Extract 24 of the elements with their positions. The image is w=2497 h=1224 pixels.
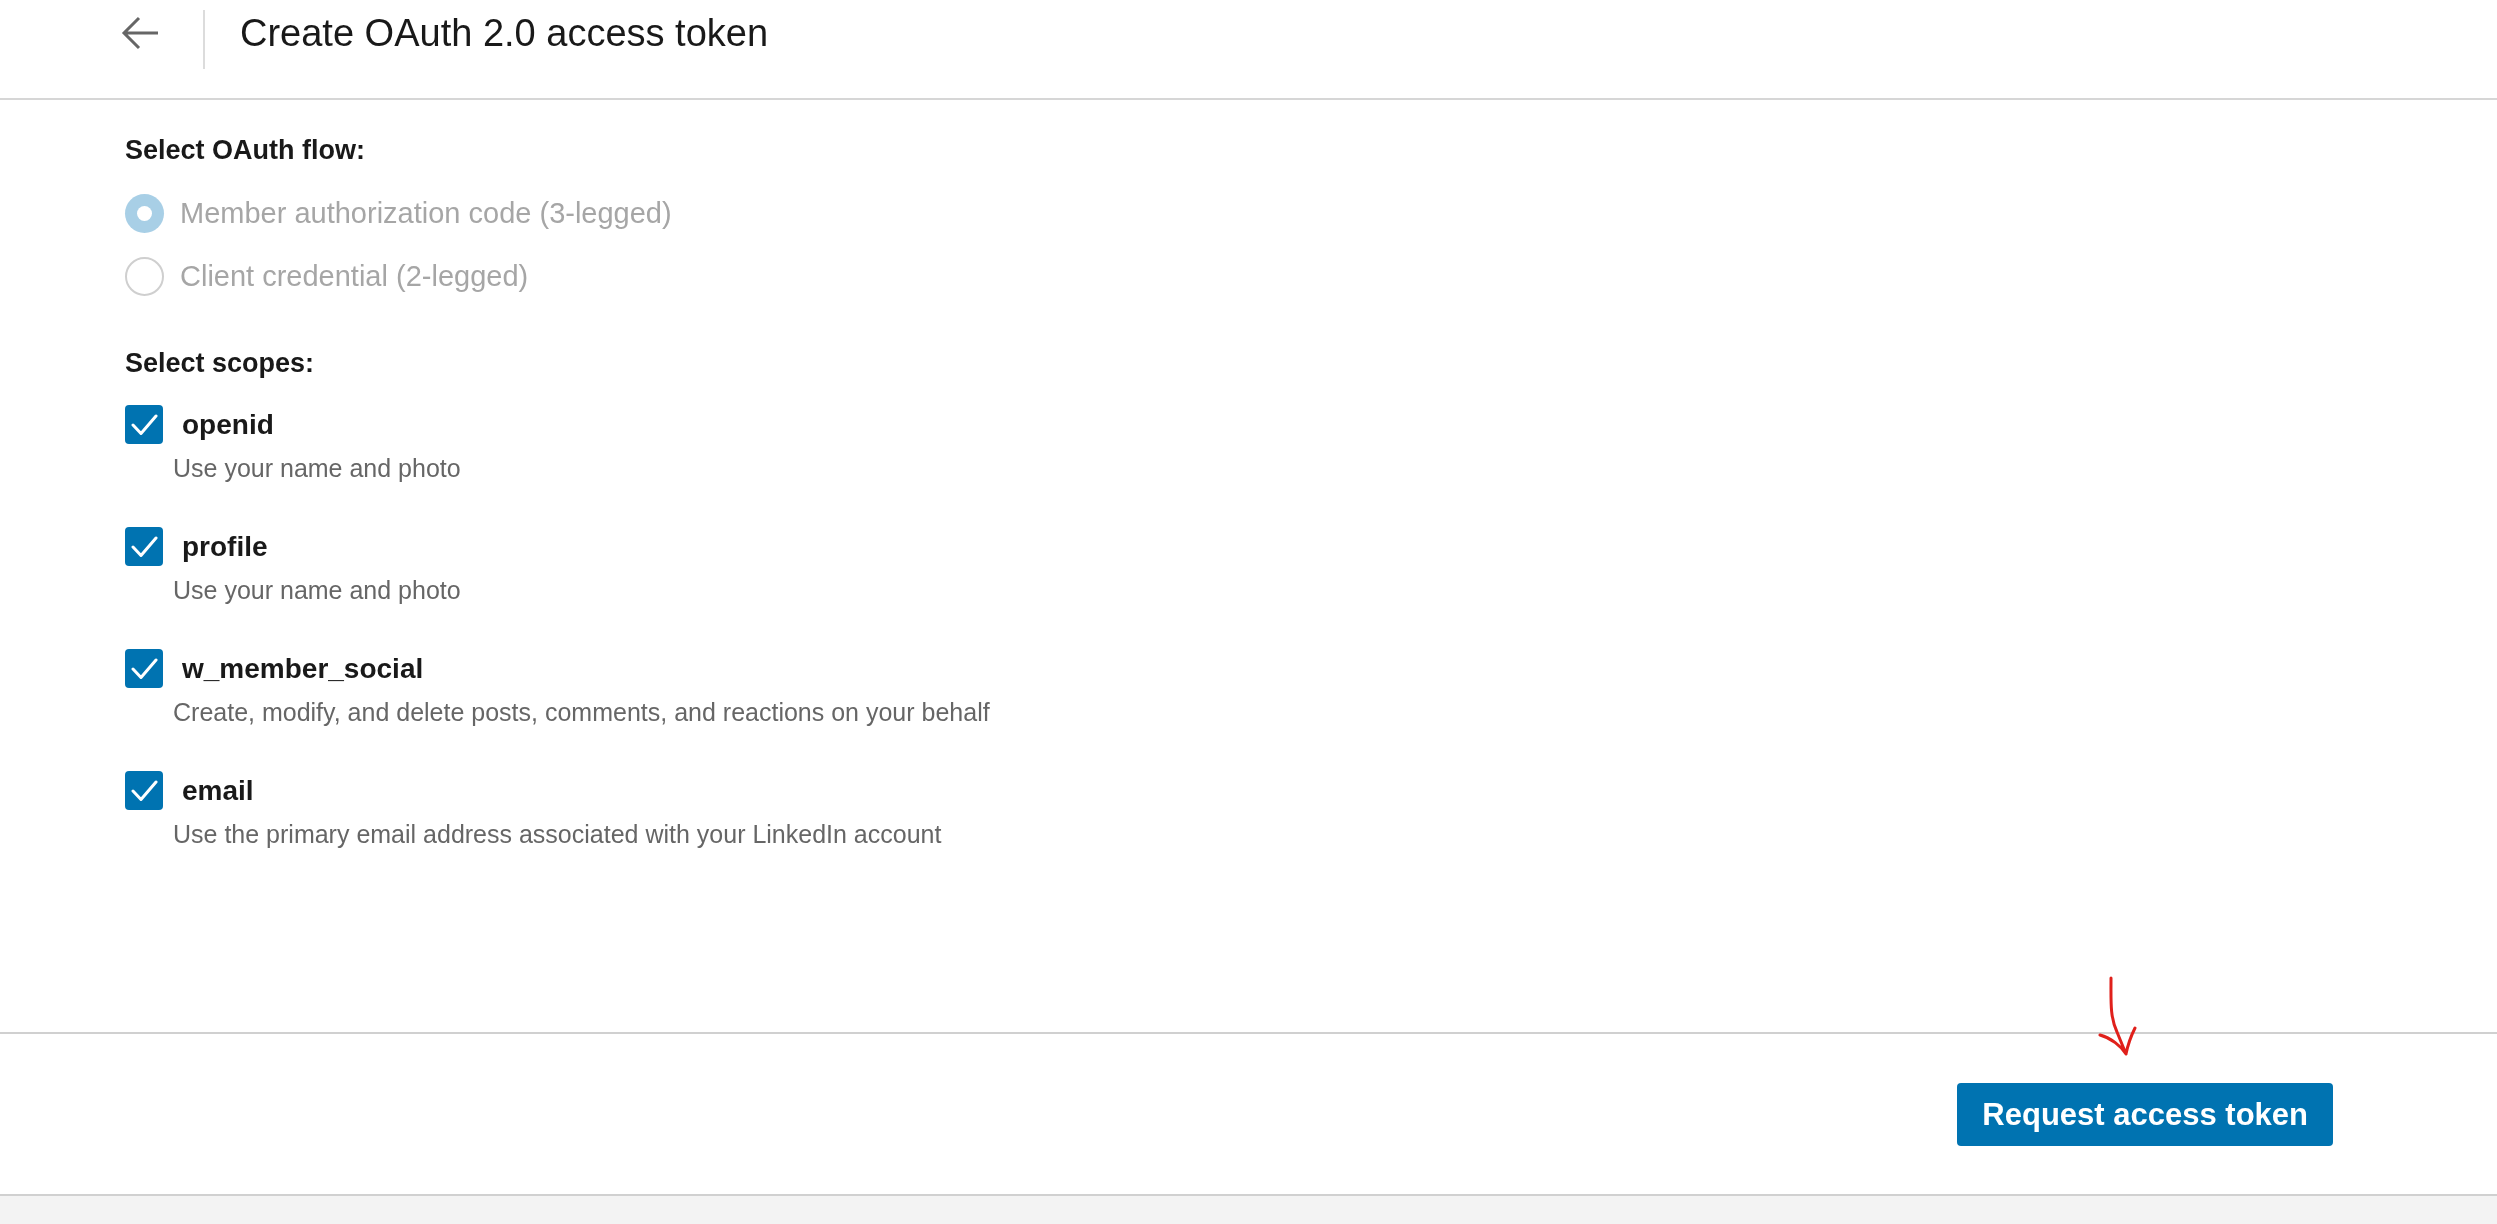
scope-description: Use the primary email address associated with your LinkedIn account	[173, 819, 942, 849]
section-heading: Select OAuth flow:	[125, 134, 365, 167]
request-token-button[interactable]: Request access token	[1957, 1082, 2333, 1146]
checkbox[interactable]	[125, 527, 163, 566]
page-title: Create OAuth 2.0 access token	[240, 11, 769, 56]
scope-description: Use your name and photo	[173, 575, 461, 605]
scope-name: profile	[182, 529, 268, 564]
scope-name: openid	[182, 407, 274, 442]
scope-name: email	[182, 773, 254, 808]
checkbox[interactable]	[125, 405, 163, 444]
scope-name: w_member_social	[182, 651, 424, 686]
back-button[interactable]	[121, 16, 159, 50]
radio-label: Member authorization code (3-legged)	[180, 196, 672, 230]
section-heading: Select scopes:	[125, 347, 315, 380]
checkbox[interactable]	[125, 649, 163, 688]
scope-description: Use your name and photo	[173, 453, 461, 483]
checkmark-icon	[130, 657, 158, 680]
checkmark-icon	[130, 779, 158, 802]
checkbox[interactable]	[125, 771, 163, 810]
checkmark-icon	[130, 413, 158, 436]
radio-label: Client credential (2-legged)	[180, 259, 529, 293]
checkmark-icon	[130, 535, 158, 558]
scope-description: Create, modify, and delete posts, comments, and reactions on your behalf	[173, 697, 990, 727]
arrow-left-icon	[121, 16, 159, 50]
